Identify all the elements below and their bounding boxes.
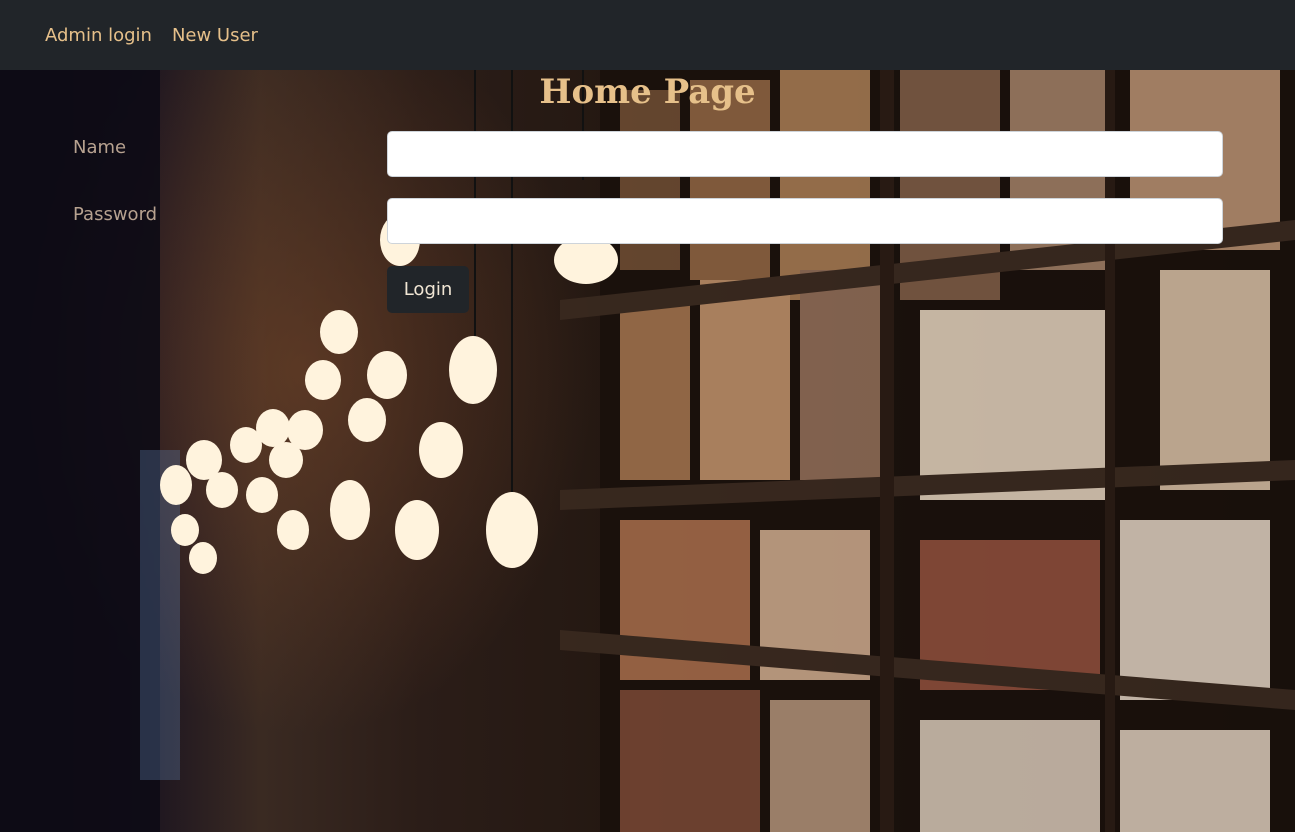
name-input[interactable] (387, 131, 1223, 177)
top-navbar: Admin login New User (0, 0, 1295, 70)
name-label: Name (73, 137, 127, 158)
nav-admin-login-link[interactable]: Admin login (45, 25, 152, 46)
login-button[interactable]: Login (387, 266, 469, 313)
nav-new-user-link[interactable]: New User (172, 25, 258, 46)
password-input[interactable] (387, 198, 1223, 244)
library-background-illustration (0, 70, 1295, 832)
page-title: Home Page (539, 72, 756, 112)
library-background-image (0, 70, 1295, 832)
password-label: Password (73, 204, 158, 225)
